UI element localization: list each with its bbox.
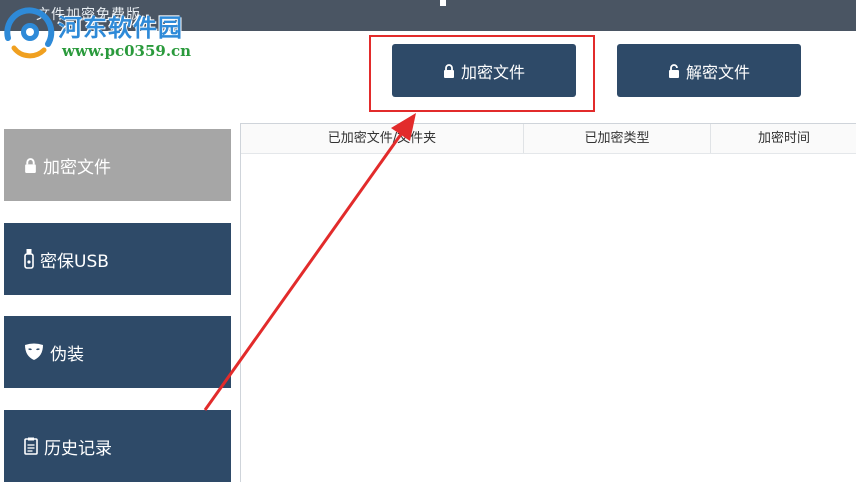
titlebar-marker (440, 0, 446, 6)
table-header: 已加密文件/文件夹 已加密类型 加密时间 (241, 124, 856, 154)
sidebar-item-label: 加密文件 (43, 157, 111, 178)
sidebar-item-label: 历史记录 (44, 438, 112, 459)
column-header-encrypted-file-folder[interactable]: 已加密文件/文件夹 (241, 124, 524, 153)
sidebar-item-disguise[interactable]: 伪装 (4, 316, 231, 388)
column-header-encrypt-time[interactable]: 加密时间 (711, 124, 856, 153)
lock-icon (24, 157, 37, 173)
column-header-encrypted-type[interactable]: 已加密类型 (524, 124, 711, 153)
watermark-site-url: www.pc0359.cn (62, 42, 192, 60)
watermark-site-name: 河东软件园 (58, 13, 183, 42)
decrypt-file-button[interactable]: 解密文件 (617, 44, 801, 97)
sidebar-item-label: 密保USB (40, 251, 109, 272)
sidebar-item-usb[interactable]: 密保USB (4, 223, 231, 295)
watermark-logo-icon (0, 4, 60, 60)
clipboard-icon (24, 437, 38, 455)
usb-icon (24, 249, 34, 269)
unlock-icon (668, 63, 680, 78)
mask-icon (24, 343, 44, 361)
sidebar-item-history[interactable]: 历史记录 (4, 410, 231, 482)
annotation-highlight-box (369, 35, 595, 112)
encrypted-files-table: 已加密文件/文件夹 已加密类型 加密时间 (240, 123, 856, 482)
table-body[interactable] (241, 154, 856, 482)
decrypt-file-label: 解密文件 (685, 62, 750, 82)
sidebar-item-label: 伪装 (50, 344, 84, 365)
sidebar-item-encrypt-file[interactable]: 加密文件 (4, 129, 231, 201)
